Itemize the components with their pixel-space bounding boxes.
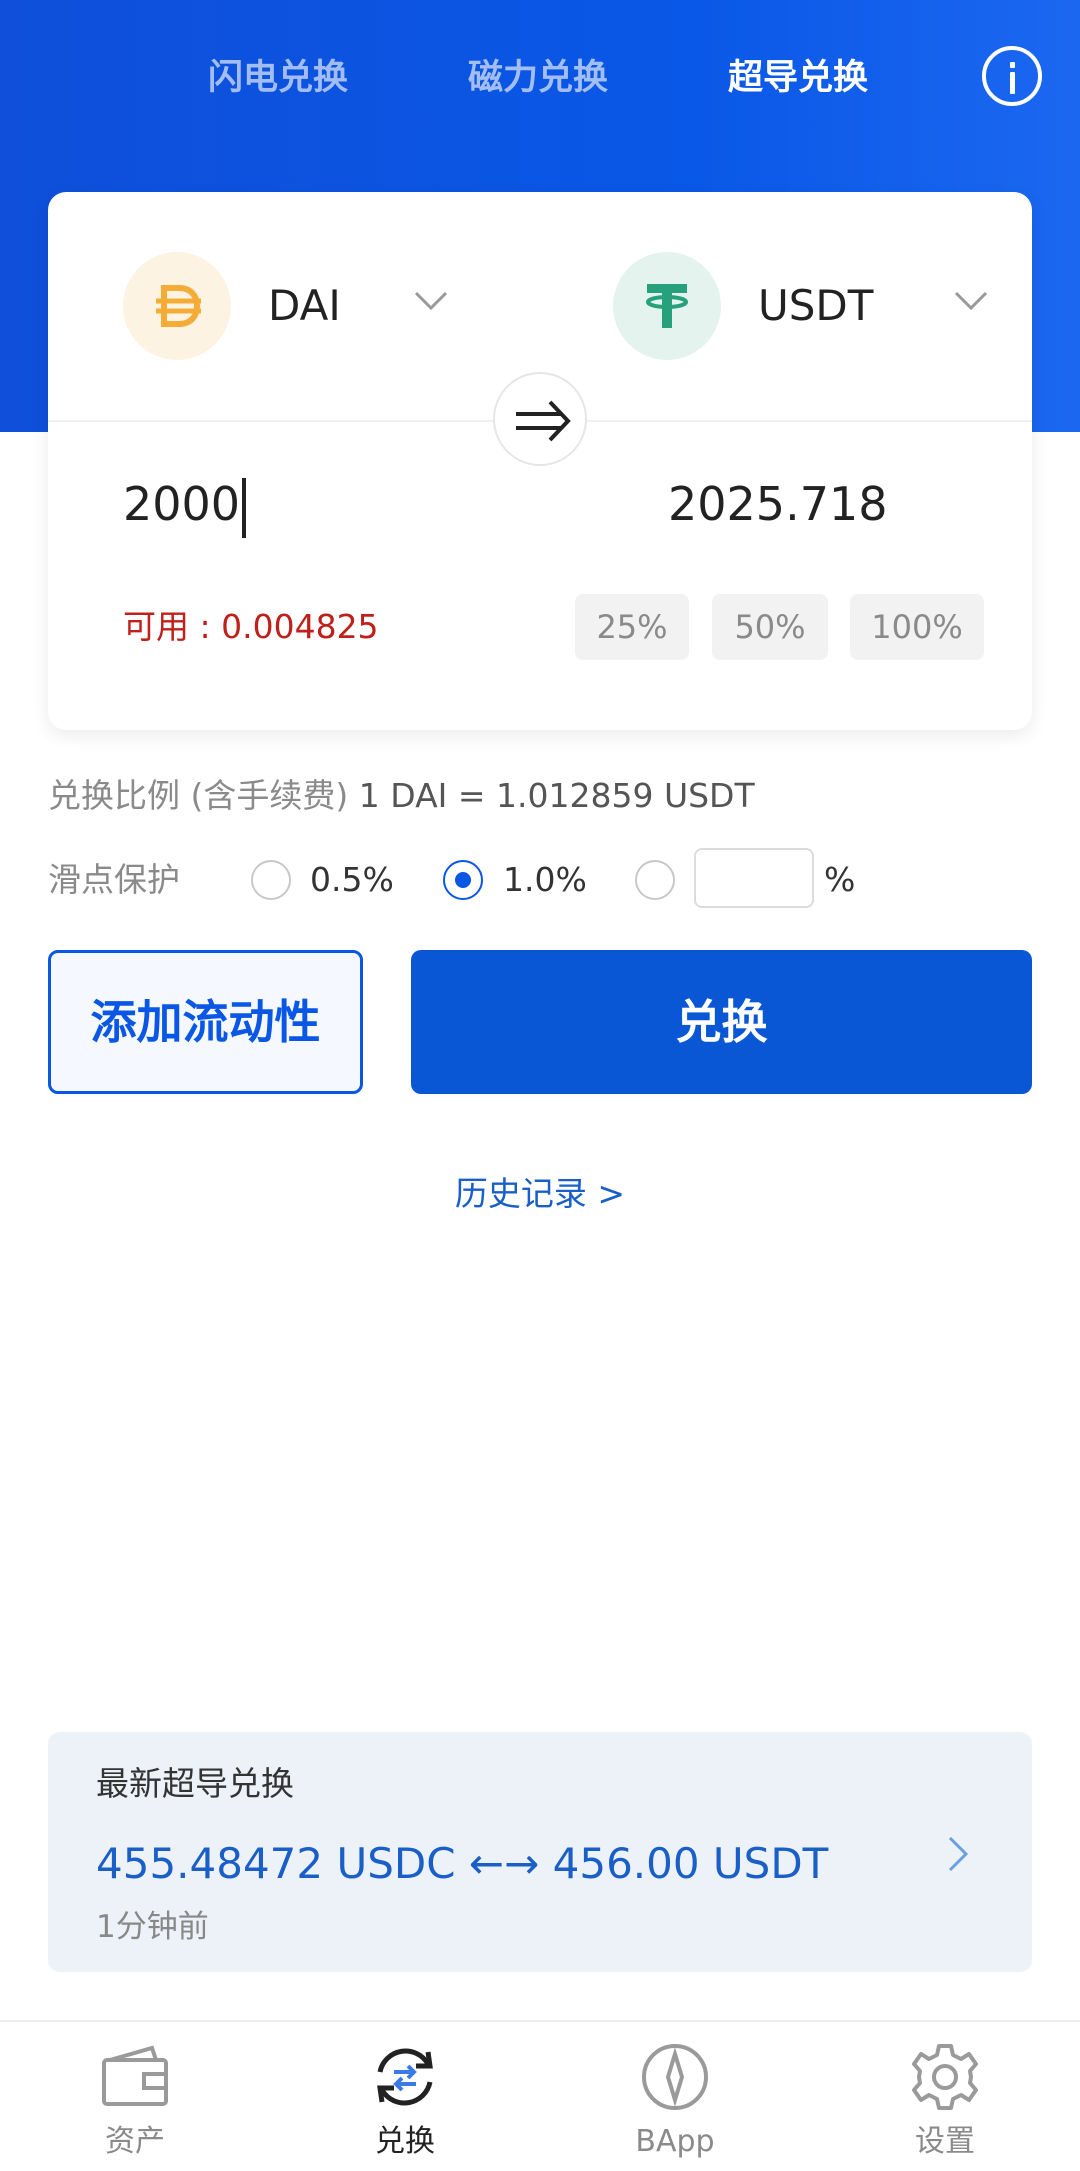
from-token-symbol: DAI	[268, 281, 341, 330]
exchange-rate-label: 兑换比例 (含手续费)	[48, 776, 349, 815]
exchange-rate: 兑换比例 (含手续费) 1 DAI = 1.012859 USDT	[48, 772, 755, 820]
slippage-radio-0-5[interactable]	[251, 860, 291, 900]
amount-out-value: 2025.718	[668, 477, 888, 531]
chevron-down-icon	[414, 291, 448, 311]
amount-in-value: 2000	[123, 477, 241, 531]
slippage-radio-custom[interactable]	[635, 860, 675, 900]
wallet-icon	[102, 2045, 168, 2106]
from-token-selector[interactable]: DAI	[123, 252, 503, 362]
latest-swap-time: 1分钟前	[96, 1909, 209, 1945]
swap-button[interactable]: 兑换	[411, 950, 1032, 1094]
latest-swap-title: 最新超导兑换	[96, 1764, 294, 1803]
nav-settings-label: 设置	[915, 2124, 975, 2159]
available-balance: 可用 : 0.004825	[123, 607, 379, 646]
dai-coin-icon	[123, 252, 231, 360]
text-caret	[242, 477, 247, 538]
percent-100-button[interactable]: 100%	[850, 594, 984, 660]
latest-swap-panel[interactable]: 最新超导兑换 455.48472 USDC ←→ 456.00 USDT 1分钟…	[48, 1732, 1032, 1972]
swap-direction-button[interactable]	[493, 372, 587, 466]
gear-icon	[912, 2044, 978, 2110]
info-bar	[1010, 72, 1015, 94]
nav-swap[interactable]: 兑换	[270, 2022, 540, 2171]
slippage-option-1-0-label[interactable]: 1.0%	[503, 856, 587, 904]
chevron-right-icon	[948, 1836, 969, 1872]
swap-icon	[377, 2048, 433, 2106]
history-link[interactable]: 历史记录 >	[0, 1170, 1080, 1218]
percent-25-button[interactable]: 25%	[575, 594, 689, 660]
swap-card: DAI USDT 2000 2025.718 可用 : 0.004825 25%…	[48, 192, 1032, 730]
add-liquidity-button[interactable]: 添加流动性	[48, 950, 363, 1094]
info-dot	[1010, 62, 1015, 68]
nav-assets-label: 资产	[105, 2124, 165, 2159]
latest-swap-trade: 455.48472 USDC ←→ 456.00 USDT	[96, 1839, 829, 1888]
info-icon[interactable]	[982, 46, 1042, 106]
amount-in-input[interactable]: 2000	[123, 464, 503, 544]
swap-mode-tabs: 闪电兑换 磁力兑换 超导兑换	[0, 48, 1080, 108]
tab-magnetic-swap[interactable]: 磁力兑换	[468, 48, 608, 108]
slippage-protection: 滑点保护 0.5% 1.0% %	[48, 848, 1048, 912]
to-token-selector[interactable]: USDT	[613, 252, 993, 362]
double-arrow-right-icon	[516, 400, 571, 442]
nav-assets[interactable]: 资产	[0, 2022, 270, 2171]
exchange-rate-value: 1 DAI = 1.012859 USDT	[358, 776, 755, 815]
to-token-symbol: USDT	[758, 281, 874, 330]
bottom-nav: 资产 兑换 BApp 设置	[0, 2020, 1080, 2171]
percent-50-button[interactable]: 50%	[712, 594, 828, 660]
percent-sign: %	[824, 860, 856, 899]
usdt-coin-icon	[613, 252, 721, 360]
nav-settings[interactable]: 设置	[810, 2022, 1080, 2171]
nav-bapp[interactable]: BApp	[540, 2022, 810, 2171]
tab-lightning-swap[interactable]: 闪电兑换	[208, 48, 348, 108]
slippage-radio-1-0[interactable]	[443, 860, 483, 900]
chevron-down-icon	[954, 291, 988, 311]
custom-slippage-input[interactable]	[694, 848, 814, 908]
nav-bapp-label: BApp	[635, 2124, 715, 2159]
slippage-option-0-5-label[interactable]: 0.5%	[310, 856, 394, 904]
nav-swap-label: 兑换	[375, 2124, 435, 2159]
slippage-label: 滑点保护	[48, 860, 180, 899]
compass-icon	[642, 2044, 708, 2110]
tab-superconductor-swap[interactable]: 超导兑换	[728, 48, 868, 108]
